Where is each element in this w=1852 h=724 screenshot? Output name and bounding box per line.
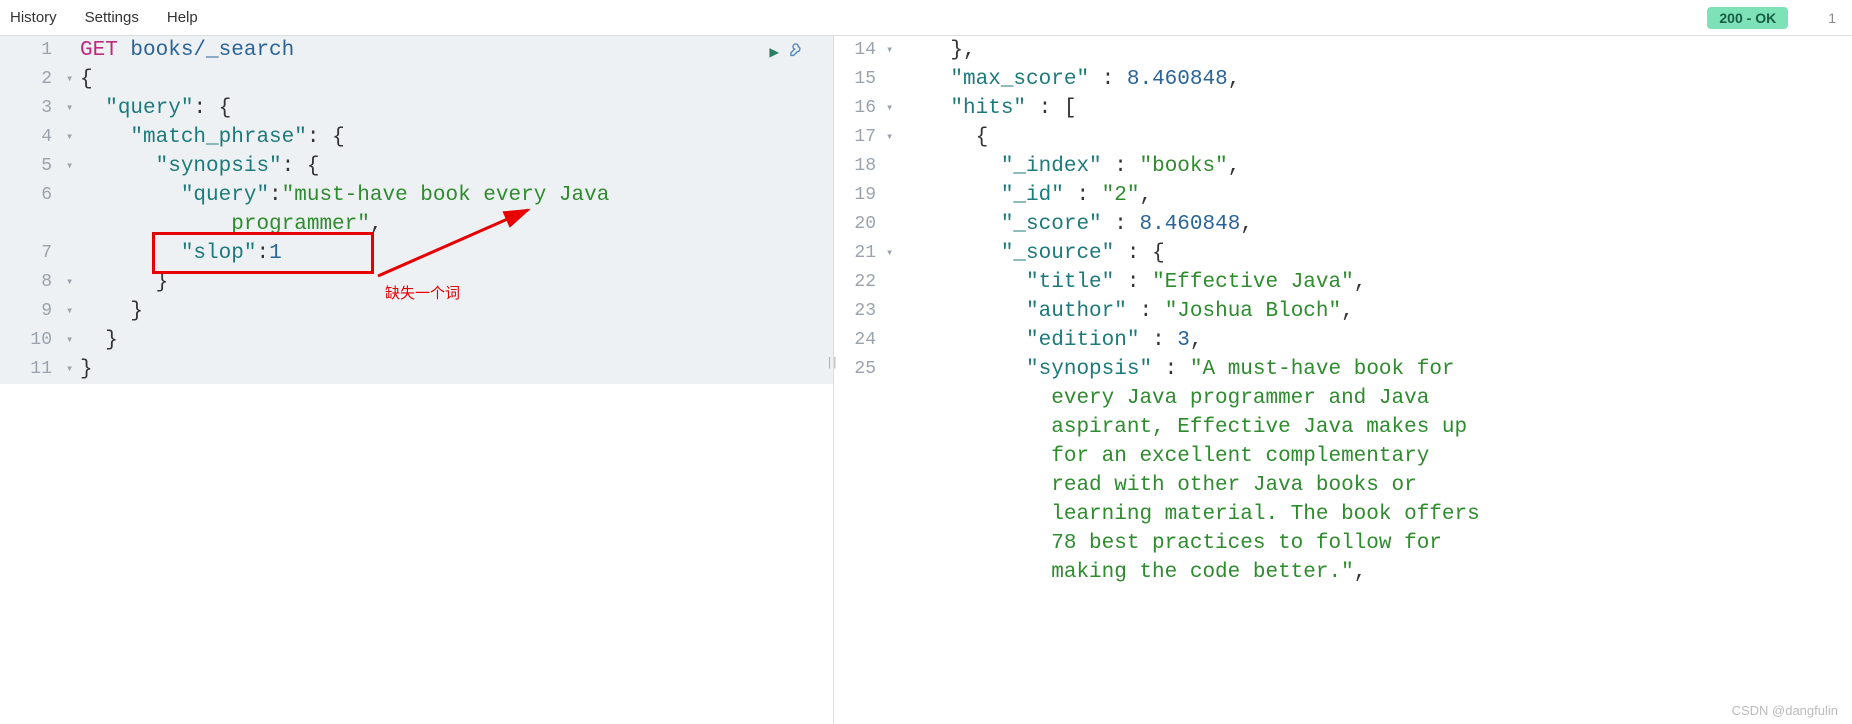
line-number: 24 — [834, 326, 886, 355]
fold-icon[interactable]: ▾ — [66, 297, 80, 326]
code-content: "hits" : [ — [900, 94, 1852, 123]
line-number: 17 — [834, 123, 886, 152]
line-number: 9 — [0, 297, 66, 326]
code-content: }, — [900, 36, 1852, 65]
line-number: 16 — [834, 94, 886, 123]
wrench-icon[interactable] — [789, 42, 805, 63]
code-content: "_score" : 8.460848, — [900, 210, 1852, 239]
code-content[interactable]: } — [80, 326, 833, 355]
code-content[interactable]: "query":"must-have book every Java — [80, 181, 833, 210]
line-number: 1 — [0, 36, 66, 65]
response-viewer[interactable]: 14▾ }, 15 "max_score" : 8.460848, 16▾ "h… — [834, 36, 1852, 724]
fold-icon[interactable]: ▾ — [66, 94, 80, 123]
editor-actions: ▶ — [769, 42, 805, 63]
line-number: 5 — [0, 152, 66, 181]
code-content[interactable]: "synopsis": { — [80, 152, 833, 181]
code-content: { — [900, 123, 1852, 152]
line-number: 2 — [0, 65, 66, 94]
annotation-label: 缺失一个词 — [385, 282, 460, 303]
fold-icon[interactable]: ▾ — [886, 94, 900, 123]
code-content: learning material. The book offers — [900, 500, 1852, 529]
line-number: 6 — [0, 181, 66, 210]
menubar: History Settings Help 200 - OK 1 — [0, 0, 1852, 36]
code-content: "synopsis" : "A must-have book for — [900, 355, 1852, 384]
line-number: 25 — [834, 355, 886, 384]
line-number: 14 — [834, 36, 886, 65]
fold-icon[interactable]: ▾ — [66, 152, 80, 181]
menu-settings[interactable]: Settings — [85, 9, 139, 26]
menu-history[interactable]: History — [10, 9, 57, 26]
code-content: "edition" : 3, — [900, 326, 1852, 355]
line-number: 19 — [834, 181, 886, 210]
line-number: 7 — [0, 239, 66, 268]
line-number: 23 — [834, 297, 886, 326]
code-content: read with other Java books or — [900, 471, 1852, 500]
code-content[interactable]: programmer", — [80, 210, 833, 239]
code-content[interactable]: "query": { — [80, 94, 833, 123]
code-content[interactable]: { — [80, 65, 833, 94]
code-content: making the code better.", — [900, 558, 1852, 587]
line-number: 20 — [834, 210, 886, 239]
status-extra: 1 — [1822, 7, 1842, 29]
code-content: "max_score" : 8.460848, — [900, 65, 1852, 94]
line-number: 8 — [0, 268, 66, 297]
line-number: 22 — [834, 268, 886, 297]
status-badge: 200 - OK — [1707, 7, 1788, 29]
code-content: for an excellent complementary — [900, 442, 1852, 471]
line-number: 18 — [834, 152, 886, 181]
fold-icon[interactable]: ▾ — [66, 65, 80, 94]
code-content: 78 best practices to follow for — [900, 529, 1852, 558]
code-content[interactable]: "match_phrase": { — [80, 123, 833, 152]
line-number: 11 — [0, 355, 66, 384]
code-content: "title" : "Effective Java", — [900, 268, 1852, 297]
fold-icon[interactable]: ▾ — [886, 239, 900, 268]
run-icon[interactable]: ▶ — [769, 42, 779, 63]
code-content: every Java programmer and Java — [900, 384, 1852, 413]
fold-icon[interactable]: ▾ — [886, 36, 900, 65]
code-content: "_index" : "books", — [900, 152, 1852, 181]
fold-icon[interactable]: ▾ — [886, 123, 900, 152]
code-content: "author" : "Joshua Bloch", — [900, 297, 1852, 326]
fold-icon[interactable]: ▾ — [66, 268, 80, 297]
code-content: "_source" : { — [900, 239, 1852, 268]
line-number: 3 — [0, 94, 66, 123]
line-number: 10 — [0, 326, 66, 355]
fold-icon[interactable]: ▾ — [66, 355, 80, 384]
line-number: 15 — [834, 65, 886, 94]
code-content[interactable]: } — [80, 355, 833, 384]
fold-icon[interactable]: ▾ — [66, 123, 80, 152]
line-number: 21 — [834, 239, 886, 268]
line-number: 4 — [0, 123, 66, 152]
menu-help[interactable]: Help — [167, 9, 198, 26]
fold-icon[interactable]: ▾ — [66, 326, 80, 355]
code-content: "_id" : "2", — [900, 181, 1852, 210]
request-editor[interactable]: ▶ 1 GET books/_search 2 ▾ { 3 ▾ "query":… — [0, 36, 834, 724]
code-content[interactable]: "slop":1 — [80, 239, 833, 268]
code-content: aspirant, Effective Java makes up — [900, 413, 1852, 442]
watermark: CSDN @dangfulin — [1732, 703, 1838, 718]
code-content[interactable]: GET books/_search — [80, 36, 833, 65]
